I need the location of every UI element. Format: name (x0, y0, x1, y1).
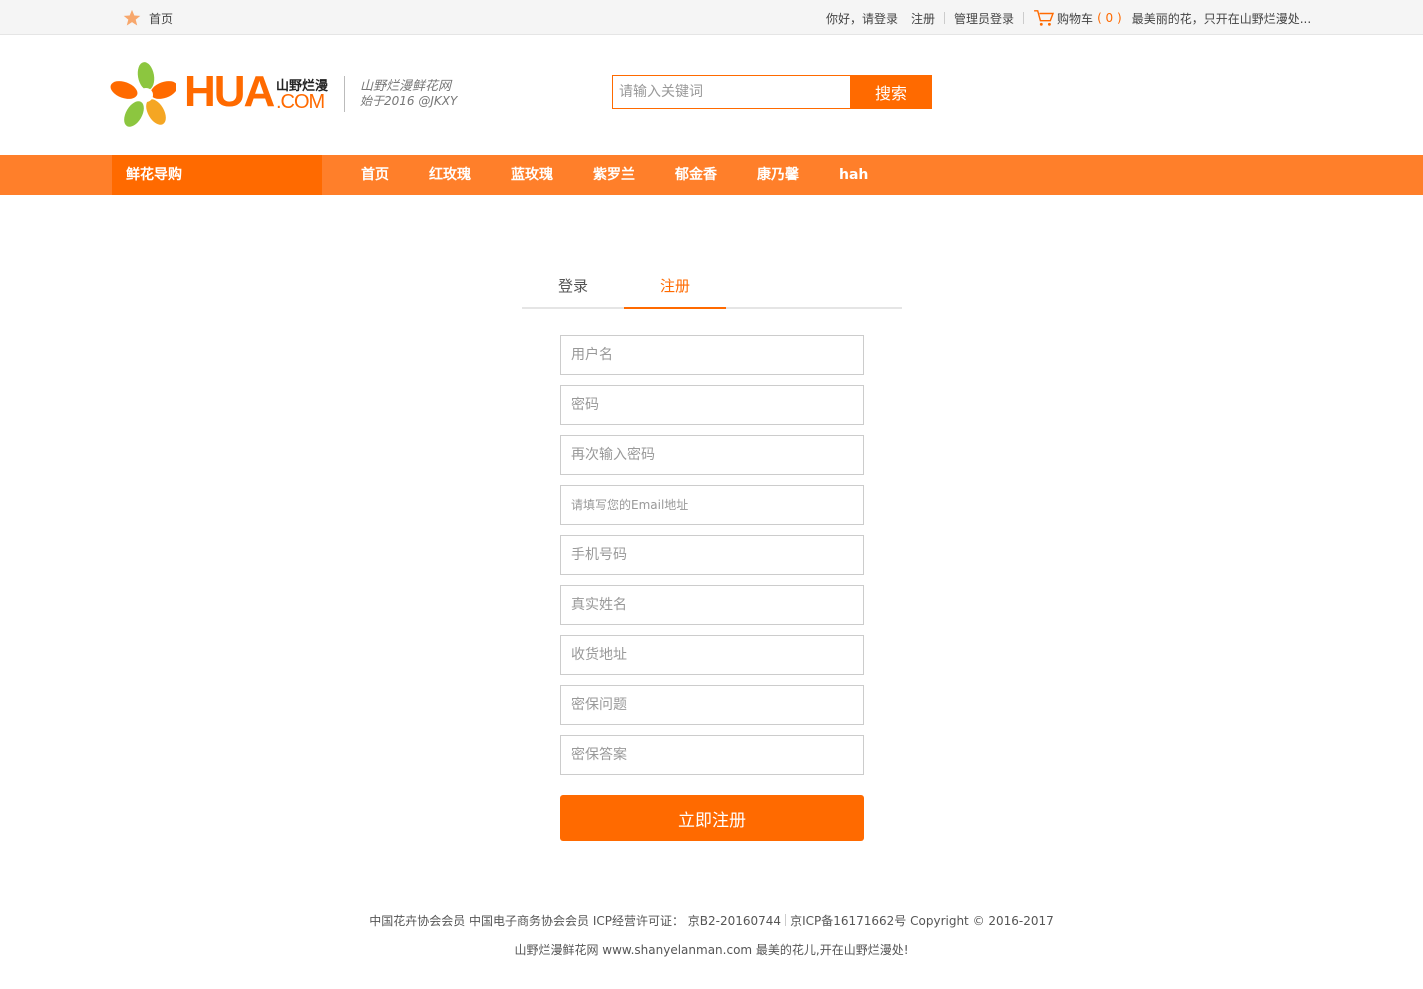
nav-item-red-rose[interactable]: 红玫瑰 (429, 155, 471, 195)
logo-divider (344, 76, 345, 112)
admin-login-link[interactable]: 管理员登录 (954, 10, 1014, 27)
nav-item-blue-rose[interactable]: 蓝玫瑰 (511, 155, 553, 195)
real-name-field[interactable] (560, 585, 864, 625)
logo-wordmark: HUA (184, 67, 275, 116)
top-home-label: 首页 (149, 11, 174, 26)
nav-item-carnation[interactable]: 康乃馨 (757, 155, 799, 195)
divider (944, 12, 946, 24)
top-bar: 首页 你好，请登录 注册 管理员登录 购物车 ( 0 ) 最美丽的花，只开在山野… (0, 0, 1423, 35)
phone-field[interactable] (560, 535, 864, 575)
tab-login[interactable]: 登录 (522, 268, 624, 309)
footer-copyright: 京ICP备16171662号 Copyright © 2016-2017 (790, 914, 1054, 928)
email-field[interactable] (560, 485, 864, 525)
address-field[interactable] (560, 635, 864, 675)
nav-item-hah[interactable]: hah (839, 155, 868, 195)
security-question-field[interactable] (560, 685, 864, 725)
logo-since: 始于2016 @JKXY (360, 94, 458, 108)
main-nav: 鲜花导购 首页 红玫瑰 蓝玫瑰 紫罗兰 郁金香 康乃馨 hah (0, 155, 1423, 195)
site-logo[interactable]: HUA 山野烂漫 .COM 山野烂漫鲜花网 始于2016 @JKXY (110, 60, 480, 130)
register-submit-button[interactable]: 立即注册 (560, 795, 864, 841)
cart-count: ( 0 ) (1097, 11, 1122, 25)
cart-link[interactable]: 购物车 (1057, 10, 1093, 27)
footer-membership: 中国花卉协会会员 中国电子商务协会会员 ICP经营许可证： 京B2-201607… (369, 914, 782, 928)
footer-license: 中国花卉协会会员 中国电子商务协会会员 ICP经营许可证： 京B2-201607… (0, 912, 1423, 929)
auth-tabs: 登录 注册 (522, 268, 902, 309)
logo-domain: .COM (276, 91, 325, 113)
slogan: 最美丽的花，只开在山野烂漫处... (1131, 11, 1312, 26)
nav-item-home[interactable]: 首页 (361, 155, 389, 195)
login-link[interactable]: 你好，请登录 (826, 10, 898, 27)
logo-tagline: 山野烂漫鲜花网 (360, 79, 452, 94)
search-button[interactable]: 搜索 (850, 75, 932, 109)
security-answer-field[interactable] (560, 735, 864, 775)
nav-item-tulip[interactable]: 郁金香 (675, 155, 717, 195)
footer-site-info: 山野烂漫鲜花网 www.shanyelanman.com 最美的花儿,开在山野烂… (514, 943, 909, 957)
shopping-cart-icon[interactable] (1033, 9, 1055, 27)
username-field[interactable] (560, 335, 864, 375)
flower-logo-icon (110, 62, 176, 127)
nav-item-violet[interactable]: 紫罗兰 (593, 155, 635, 195)
search-input[interactable] (612, 75, 851, 109)
tab-register[interactable]: 注册 (624, 268, 726, 309)
star-icon (123, 9, 141, 26)
password-field[interactable] (560, 385, 864, 425)
top-home-link[interactable]: 首页 (123, 9, 173, 27)
top-user-links: 你好，请登录 注册 管理员登录 购物车 ( 0 ) 最美丽的花，只开在山野烂漫处… (826, 9, 1311, 27)
confirm-password-field[interactable] (560, 435, 864, 475)
category-guide[interactable]: 鲜花导购 (112, 155, 322, 195)
nav-items: 首页 红玫瑰 蓝玫瑰 紫罗兰 郁金香 康乃馨 hah (361, 155, 908, 195)
register-link[interactable]: 注册 (911, 10, 935, 27)
divider (1023, 12, 1025, 24)
divider (785, 914, 787, 926)
